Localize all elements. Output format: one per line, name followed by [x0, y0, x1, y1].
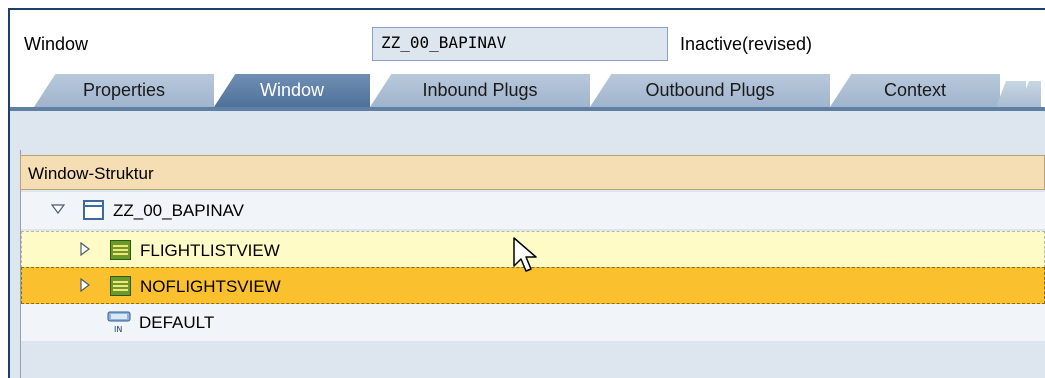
expand-triangle-icon[interactable] [78, 242, 92, 256]
tab-strip: Properties Window Inbound Plugs Outbound… [34, 71, 1045, 107]
expand-triangle-icon[interactable] [78, 278, 92, 292]
window-icon [83, 200, 104, 220]
tree-node-label: ZZ_00_BAPINAV [113, 201, 245, 220]
mouse-pointer-icon [513, 237, 537, 272]
tree-row-default[interactable]: IN DEFAULT [21, 304, 1045, 341]
view-icon [110, 276, 131, 296]
window-label: Window [24, 34, 89, 54]
tree-row-root[interactable]: ZZ_00_BAPINAV [21, 192, 1045, 229]
tree-node-label: FLIGHTLISTVIEW [140, 241, 280, 260]
window-name-field[interactable]: ZZ_00_BAPINAV [372, 27, 668, 61]
status-text: Inactive(revised) [680, 34, 813, 54]
tab-context[interactable]: Context [830, 73, 1000, 107]
tree-node-label: DEFAULT [139, 313, 215, 332]
tree-node-label: NOFLIGHTSVIEW [140, 277, 281, 296]
tab-outbound-plugs[interactable]: Outbound Plugs [590, 73, 830, 107]
view-icon [110, 240, 131, 260]
tree-column-header: Window-Struktur [20, 155, 1045, 190]
tab-properties[interactable]: Properties [34, 73, 214, 107]
svg-text:IN: IN [114, 325, 122, 334]
tab-window[interactable]: Window [214, 73, 370, 107]
collapse-triangle-icon[interactable] [51, 202, 65, 216]
tab-inbound-plugs[interactable]: Inbound Plugs [370, 73, 590, 107]
inbound-plug-icon: IN [107, 311, 131, 334]
